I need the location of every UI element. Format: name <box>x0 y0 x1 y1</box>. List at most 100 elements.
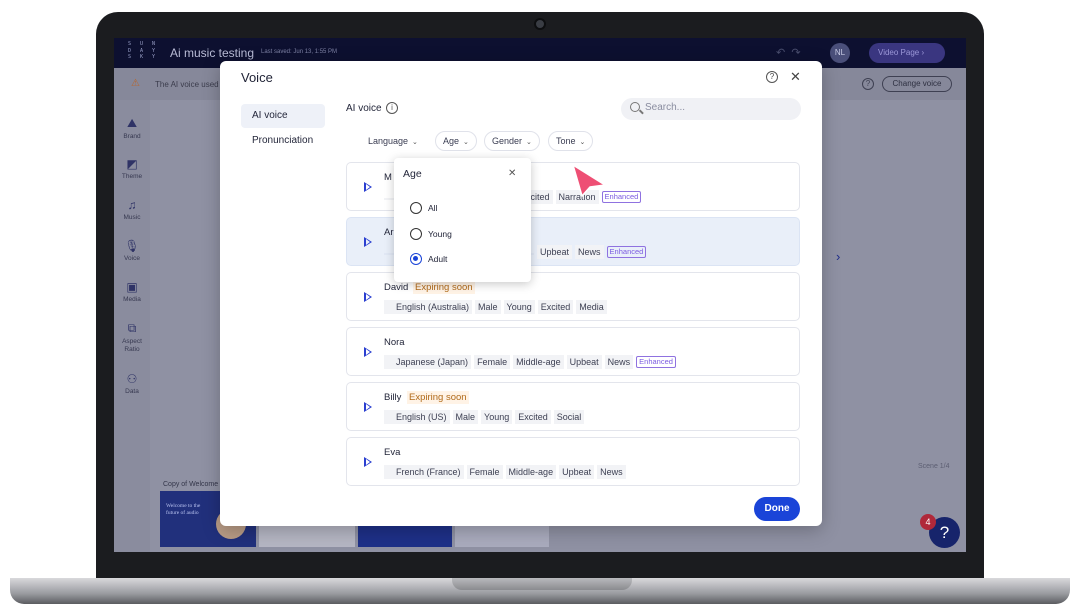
help-icon[interactable]: ? <box>766 71 778 83</box>
sidebar-item-label: Theme <box>121 173 143 180</box>
search-icon <box>630 102 640 112</box>
nav-pronunciation[interactable]: Pronunciation <box>241 129 325 153</box>
popover-title: Age <box>403 168 422 180</box>
chevron-down-icon: ⌄ <box>526 139 532 146</box>
video-page-button[interactable]: Video Page › <box>869 43 945 63</box>
voice-tags: English (US) Male Young Excited Social <box>384 410 587 424</box>
voice-name: M <box>384 172 392 183</box>
filter-label: Tone <box>556 136 576 146</box>
voice-card[interactable]: Nora Japanese (Japan) Female Middle-age Upb… <box>346 327 800 376</box>
play-icon[interactable] <box>364 292 372 302</box>
filter-language[interactable]: Language ⌄ <box>360 131 426 151</box>
filter-tone[interactable]: Tone ⌄ <box>548 131 594 151</box>
voice-card[interactable]: Billy Expiring soon English (US) Male Youn… <box>346 382 800 431</box>
media-icon: ▣ <box>126 280 138 294</box>
radio-button-checked[interactable] <box>410 253 422 265</box>
voice-name: Billy <box>384 392 402 403</box>
warning-text: The AI voice used <box>155 80 219 89</box>
sundaysky-logo: S U ND A YS K Y <box>128 41 159 60</box>
filter-age[interactable]: Age ⌄ <box>435 131 477 151</box>
sidebar-item-data[interactable]: ⚇ Data <box>114 372 150 395</box>
sidebar-item-brand[interactable]: ⛰ Brand <box>114 116 150 140</box>
sidebar-item-music[interactable]: ♫ Music <box>114 198 150 221</box>
scene-counter: Scene 1/4 <box>918 463 950 470</box>
change-voice-button[interactable]: Change voice <box>882 76 952 92</box>
play-icon[interactable] <box>364 402 372 412</box>
done-button[interactable]: Done <box>754 497 800 521</box>
notification-badge: 4 <box>920 514 936 530</box>
voice-name: Ar <box>384 227 394 238</box>
nav-ai-voice[interactable]: AI voice <box>241 104 325 128</box>
voice-tags: French (France) Female Middle-age Upbeat New… <box>384 465 629 479</box>
microphone-icon: 🎙 <box>124 239 140 253</box>
enhanced-badge: Enhanced <box>606 246 647 258</box>
age-tag: Young <box>503 300 535 314</box>
sidebar-item-aspect-ratio[interactable]: ⧉ Aspect Ratio <box>114 321 150 354</box>
language-tag: French (France) <box>384 465 464 479</box>
theme-icon: ◩ <box>126 157 138 171</box>
language-tag: English (Australia) <box>384 300 473 314</box>
voice-card[interactable]: Eva French (France) Female Middle-age Upbea… <box>346 437 800 486</box>
category-tag: Social <box>553 410 585 424</box>
last-saved-text: Last saved: Jun 13, 1:55 PM <box>261 49 338 55</box>
option-label: Adult <box>428 254 448 264</box>
radio-button[interactable] <box>410 228 422 240</box>
chevron-down-icon: ⌄ <box>412 139 418 146</box>
webcam <box>534 18 546 30</box>
filter-label: Language <box>368 136 409 146</box>
data-icon: ⚇ <box>126 372 138 386</box>
user-avatar[interactable]: NL <box>830 43 850 63</box>
play-icon[interactable] <box>364 347 372 357</box>
chevron-down-icon: ⌄ <box>463 139 469 146</box>
search-input[interactable] <box>645 102 795 113</box>
category-tag: News <box>575 245 604 259</box>
undo-redo-icons[interactable]: ↶ ↷ <box>776 46 801 59</box>
age-tag: Young <box>481 410 513 424</box>
gender-tag: Female <box>474 355 511 369</box>
sidebar-item-voice[interactable]: 🎙 Voice <box>114 239 150 262</box>
voice-name: David <box>384 282 409 293</box>
filter-label: Gender <box>492 136 523 146</box>
category-tag: News <box>604 355 634 369</box>
chevron-right-icon: › <box>921 48 925 57</box>
next-scene-arrow-icon[interactable]: › <box>836 249 840 264</box>
gender-tag: Male <box>475 300 501 314</box>
play-icon[interactable] <box>364 457 372 467</box>
tone-tag: Upbeat <box>566 355 602 369</box>
expiring-badge: Expiring soon <box>407 391 469 404</box>
sidebar-item-label: Voice <box>124 255 140 262</box>
filter-label: Age <box>443 136 460 146</box>
language-tag: English (US) <box>384 410 450 424</box>
radio-button[interactable] <box>410 202 422 214</box>
video-page-label: Video Page <box>878 48 920 57</box>
category-tag: Media <box>576 300 607 314</box>
warning-icon: ⚠ <box>131 78 140 89</box>
filmstrip-label: Copy of Welcome <box>163 481 219 488</box>
sidebar-item-theme[interactable]: ◩ Theme <box>114 157 150 180</box>
project-title[interactable]: Ai music testing <box>170 46 254 60</box>
sidebar-item-label: Brand <box>123 133 141 140</box>
language-tag: Japanese (Japan) <box>384 355 472 369</box>
aspect-ratio-icon: ⧉ <box>127 321 137 335</box>
gender-tag: Male <box>452 410 479 424</box>
play-icon[interactable] <box>364 182 372 192</box>
search-box[interactable] <box>621 98 801 120</box>
help-icon[interactable]: ? <box>862 78 874 90</box>
redo-icon[interactable]: ↷ <box>791 47 800 59</box>
close-icon[interactable]: ✕ <box>508 168 516 179</box>
mouse-cursor-icon <box>572 164 606 197</box>
thumbnail-text: Welcome to the future of audio <box>166 503 201 516</box>
close-icon[interactable]: ✕ <box>790 69 801 85</box>
play-icon[interactable] <box>364 237 372 247</box>
sidebar-item-label: Data <box>125 388 139 395</box>
info-icon[interactable]: i <box>386 102 398 114</box>
tone-tag: Excited <box>515 410 551 424</box>
age-tag: Middle-age <box>513 355 564 369</box>
filter-gender[interactable]: Gender ⌄ <box>484 131 540 151</box>
voice-tags: English (Australia) Male Young Excited Media <box>384 300 610 314</box>
chevron-down-icon: ⌄ <box>579 139 586 146</box>
undo-icon[interactable]: ↶ <box>776 47 785 59</box>
sidebar-item-media[interactable]: ▣ Media <box>114 280 150 303</box>
sidebar-item-label: Music <box>123 214 141 221</box>
laptop-hinge-notch <box>452 578 632 590</box>
